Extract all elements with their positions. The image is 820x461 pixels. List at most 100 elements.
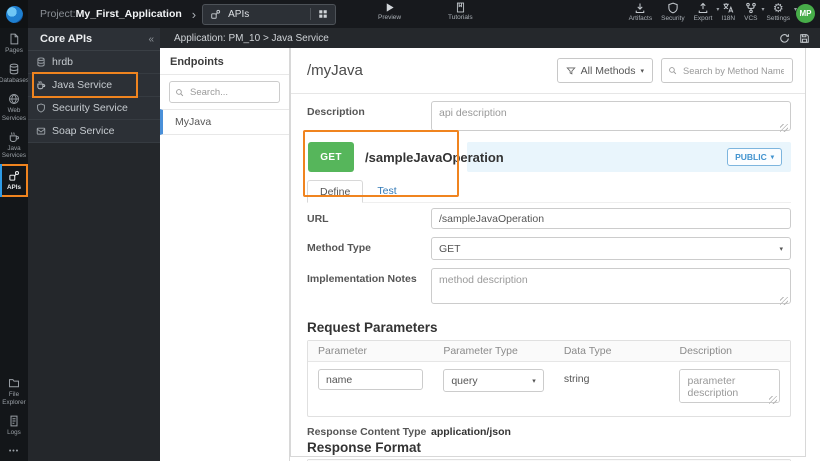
topbar-tools: Artifacts Security ▾ Export I18N ▾ VCS ⚙…	[629, 2, 798, 22]
operation-path: /sampleJavaOperation	[365, 149, 504, 165]
endpoint-item-label: MyJava	[175, 116, 212, 128]
api-detail-header: /myJava All Methods ▾	[291, 48, 805, 94]
parameter-name-input[interactable]	[318, 369, 424, 390]
method-type-select[interactable]: GET ▾	[431, 237, 791, 260]
coffee-cup-icon	[8, 131, 20, 143]
parameter-description-textarea[interactable]	[679, 369, 780, 403]
response-content-type-value: application/json	[431, 426, 511, 438]
translate-icon	[722, 2, 734, 14]
operation-header[interactable]: GET /sampleJavaOperation PUBLIC ▾	[307, 142, 791, 172]
branch-icon	[745, 2, 757, 14]
caret-down-icon: ▾	[761, 7, 765, 13]
breadcrumb-actions	[779, 33, 810, 44]
col-parameter-type: Parameter Type	[443, 345, 518, 357]
rail-item-databases[interactable]: Databases	[0, 58, 29, 88]
save-icon[interactable]	[799, 33, 810, 44]
request-parameters-table: Parameter Parameter Type Data Type Descr…	[307, 340, 791, 417]
method-type-value: GET	[439, 242, 461, 255]
i18n-button[interactable]: I18N	[721, 2, 735, 22]
collapse-panel-icon[interactable]: «	[148, 34, 154, 45]
artifacts-label: Artifacts	[628, 15, 653, 22]
search-icon	[175, 88, 184, 97]
vcs-button[interactable]: ▾ VCS	[744, 2, 765, 22]
description-row: Description	[307, 101, 791, 136]
core-apis-item-soap-service[interactable]: Soap Service	[28, 120, 160, 143]
endpoints-panel: Endpoints MyJava	[160, 48, 290, 461]
access-dropdown[interactable]: PUBLIC ▾	[727, 148, 782, 166]
operation-tabs: Define Test	[307, 178, 791, 203]
upload-icon	[697, 2, 709, 14]
artifacts-button[interactable]: Artifacts	[629, 2, 652, 22]
endpoint-item-myjava[interactable]: MyJava	[160, 109, 289, 135]
method-search-input[interactable]	[681, 64, 786, 77]
refresh-icon[interactable]	[779, 33, 790, 44]
url-input[interactable]	[431, 208, 791, 229]
apis-tab[interactable]: APIs	[202, 3, 337, 25]
rail-item-file-explorer[interactable]: File Explorer	[0, 372, 28, 409]
rail-item-pages[interactable]: Pages	[0, 28, 28, 58]
vcs-label: VCS	[744, 15, 758, 22]
export-button[interactable]: ▾ Export	[693, 2, 719, 22]
rail-item-logs[interactable]: Logs	[0, 410, 28, 440]
implementation-notes-textarea[interactable]	[431, 268, 791, 304]
method-type-label: Method Type	[307, 242, 371, 254]
tab-test[interactable]: Test	[363, 179, 410, 202]
caret-down-icon: ▾	[779, 245, 783, 253]
folder-icon	[8, 377, 20, 389]
settings-button[interactable]: ⚙ ▾ Settings	[767, 2, 798, 22]
implementation-notes-label: Implementation Notes	[307, 273, 417, 285]
app-window: Project:My_First_Application › APIs Prev…	[0, 0, 820, 461]
wavemaker-logo[interactable]	[0, 0, 28, 28]
response-content-type-row: Response Content Type application/json	[307, 426, 791, 438]
database-icon	[36, 57, 46, 67]
chevron-right-icon: ›	[191, 6, 197, 22]
play-icon	[384, 2, 395, 13]
all-methods-dropdown[interactable]: All Methods ▾	[556, 58, 653, 83]
request-parameters-title: Request Parameters	[307, 320, 438, 335]
rail-spacer	[0, 198, 28, 373]
filter-funnel-icon	[565, 66, 576, 76]
tutorials-button[interactable]: Tutorials	[448, 2, 473, 21]
api-connector-icon	[210, 9, 221, 20]
col-parameter: Parameter	[318, 345, 368, 357]
more-options-icon[interactable]: •••	[0, 440, 28, 461]
envelope-icon	[36, 126, 46, 136]
description-textarea[interactable]	[431, 101, 791, 131]
coffee-cup-icon	[36, 80, 46, 90]
implementation-notes-row: Implementation Notes	[307, 268, 791, 309]
core-apis-item-security-service[interactable]: Security Service	[28, 97, 160, 120]
tutorials-label: Tutorials	[448, 14, 473, 21]
project-name: My_First_Application	[75, 8, 182, 20]
endpoints-search-input[interactable]	[188, 85, 274, 99]
data-type-value: string	[563, 373, 590, 385]
core-apis-item-label: Security Service	[52, 102, 128, 114]
export-label: Export	[693, 15, 713, 22]
wavemaker-logo-icon	[5, 5, 23, 23]
core-apis-item-java-service[interactable]: Java Service	[28, 74, 160, 97]
grid-icon[interactable]	[318, 9, 328, 19]
method-search[interactable]	[661, 58, 793, 83]
api-connector-icon	[8, 170, 20, 182]
book-icon	[455, 2, 466, 13]
rail-item-apis[interactable]: APIs	[0, 164, 28, 197]
caret-down-icon: ▾	[532, 377, 536, 385]
core-apis-item-hrdb[interactable]: hrdb	[28, 51, 160, 74]
endpoints-title: Endpoints	[160, 48, 289, 75]
preview-button[interactable]: Preview	[378, 2, 401, 21]
method-type-row: Method Type GET ▾	[307, 237, 791, 260]
rail-item-web-services[interactable]: Web Services	[0, 88, 28, 125]
rail-item-java-services[interactable]: Java Services	[0, 126, 28, 163]
parameter-type-select[interactable]: query ▾	[443, 369, 544, 392]
security-button[interactable]: Security	[661, 2, 685, 22]
left-rail: Pages Databases Web Services Java Servic…	[0, 28, 29, 461]
description-label: Description	[307, 106, 365, 118]
col-data-type: Data Type	[563, 345, 612, 357]
api-title: /myJava	[307, 62, 363, 79]
topbar: Project:My_First_Application › APIs Prev…	[0, 0, 820, 28]
preview-label: Preview	[378, 14, 402, 21]
endpoints-search[interactable]	[169, 81, 280, 103]
shield-icon	[667, 2, 679, 14]
user-avatar[interactable]: MP	[796, 4, 815, 23]
tab-define[interactable]: Define	[307, 180, 364, 203]
table-row: query ▾ string	[308, 362, 790, 416]
